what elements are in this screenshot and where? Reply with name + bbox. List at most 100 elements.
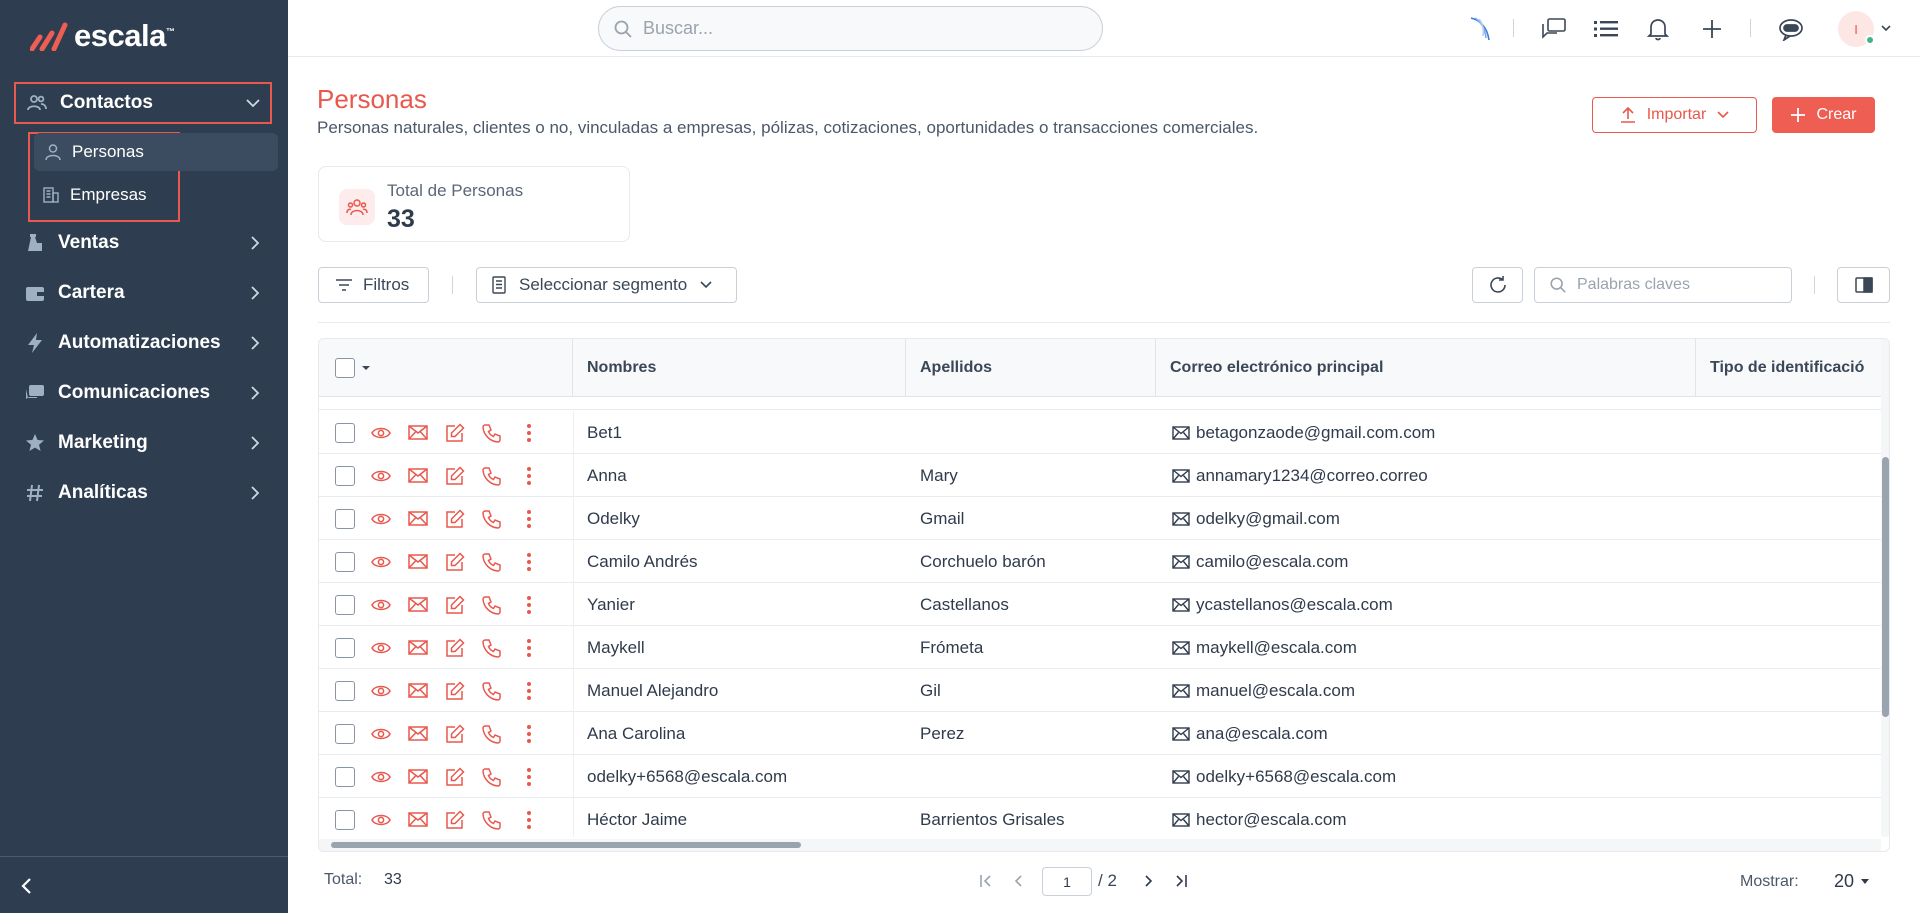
cell-correo[interactable]: ycastellanos@escala.com bbox=[1172, 583, 1393, 626]
view-icon[interactable] bbox=[369, 550, 393, 574]
sidebar-item-marketing[interactable]: Marketing bbox=[14, 422, 272, 464]
email-icon[interactable] bbox=[406, 722, 430, 746]
phone-icon[interactable] bbox=[480, 808, 504, 832]
collapse-sidebar-icon[interactable] bbox=[16, 875, 38, 897]
import-button[interactable]: Importar bbox=[1592, 97, 1757, 133]
more-options-icon[interactable] bbox=[517, 507, 541, 531]
sidebar-item-comunicaciones[interactable]: Comunicaciones bbox=[14, 372, 272, 414]
view-icon[interactable] bbox=[369, 593, 393, 617]
phone-icon[interactable] bbox=[480, 679, 504, 703]
edit-icon[interactable] bbox=[443, 593, 467, 617]
more-options-icon[interactable] bbox=[517, 421, 541, 445]
view-icon[interactable] bbox=[369, 679, 393, 703]
bell-icon[interactable] bbox=[1644, 15, 1672, 43]
previous-page-button[interactable] bbox=[1008, 870, 1030, 892]
view-icon[interactable] bbox=[369, 636, 393, 660]
table-row[interactable]: odelky+6568@escala.com odelky+6568@escala… bbox=[319, 755, 1881, 798]
table-row[interactable]: Manuel Alejandro Gil manuel@escala.com bbox=[319, 669, 1881, 712]
refresh-button[interactable] bbox=[1472, 267, 1523, 303]
phone-icon[interactable] bbox=[480, 722, 504, 746]
sidebar-item-automatizaciones[interactable]: Automatizaciones bbox=[14, 322, 272, 364]
row-checkbox[interactable] bbox=[335, 508, 355, 529]
sidebar-subitem-empresas[interactable]: Empresas bbox=[34, 176, 174, 214]
column-header-nombres[interactable]: Nombres bbox=[573, 339, 906, 397]
row-checkbox[interactable] bbox=[335, 680, 355, 701]
row-checkbox[interactable] bbox=[335, 809, 355, 830]
sidebar-item-cartera[interactable]: Cartera bbox=[14, 272, 272, 314]
column-header-tipo-identificacion[interactable]: Tipo de identificació bbox=[1696, 339, 1881, 397]
view-icon[interactable] bbox=[369, 808, 393, 832]
cell-correo[interactable]: manuel@escala.com bbox=[1172, 669, 1355, 712]
phone-icon[interactable] bbox=[480, 464, 504, 488]
row-checkbox[interactable] bbox=[335, 594, 355, 615]
edit-icon[interactable] bbox=[443, 808, 467, 832]
sidebar-item-contactos[interactable]: Contactos bbox=[14, 82, 272, 124]
first-page-button[interactable] bbox=[975, 870, 997, 892]
more-options-icon[interactable] bbox=[517, 550, 541, 574]
cell-correo[interactable]: camilo@escala.com bbox=[1172, 540, 1348, 583]
email-icon[interactable] bbox=[406, 507, 430, 531]
cell-correo[interactable]: hector@escala.com bbox=[1172, 798, 1347, 837]
email-icon[interactable] bbox=[406, 679, 430, 703]
table-row[interactable]: Bet1 betagonzaode@gmail.com.com bbox=[319, 411, 1881, 454]
list-icon[interactable] bbox=[1592, 15, 1620, 43]
phone-icon[interactable] bbox=[480, 507, 504, 531]
cell-correo[interactable]: odelky+6568@escala.com bbox=[1172, 755, 1396, 798]
sidebar-item-ventas[interactable]: Ventas bbox=[14, 222, 272, 264]
email-icon[interactable] bbox=[406, 593, 430, 617]
view-icon[interactable] bbox=[369, 421, 393, 445]
messages-icon[interactable] bbox=[1540, 15, 1568, 43]
view-icon[interactable] bbox=[369, 507, 393, 531]
row-checkbox[interactable] bbox=[335, 723, 355, 744]
columns-toggle-button[interactable] bbox=[1837, 267, 1890, 303]
cell-correo[interactable]: maykell@escala.com bbox=[1172, 626, 1357, 669]
edit-icon[interactable] bbox=[443, 636, 467, 660]
page-number-input[interactable] bbox=[1042, 867, 1092, 896]
keywords-input[interactable] bbox=[1577, 276, 1777, 294]
segment-select[interactable]: Seleccionar segmento bbox=[476, 267, 737, 303]
create-button[interactable]: Crear bbox=[1772, 97, 1875, 133]
more-options-icon[interactable] bbox=[517, 679, 541, 703]
view-icon[interactable] bbox=[369, 464, 393, 488]
cell-correo[interactable]: betagonzaode@gmail.com.com bbox=[1172, 411, 1435, 454]
edit-icon[interactable] bbox=[443, 421, 467, 445]
cell-correo[interactable]: annamary1234@correo.correo bbox=[1172, 454, 1428, 497]
edit-icon[interactable] bbox=[443, 765, 467, 789]
phone-icon[interactable] bbox=[480, 765, 504, 789]
sidebar-subitem-personas[interactable]: Personas bbox=[34, 133, 278, 171]
table-row[interactable]: Odelky Gmail odelky@gmail.com bbox=[319, 497, 1881, 540]
cell-correo[interactable]: ana@escala.com bbox=[1172, 712, 1328, 755]
phone-icon[interactable] bbox=[480, 550, 504, 574]
more-options-icon[interactable] bbox=[517, 636, 541, 660]
phone-icon[interactable] bbox=[480, 421, 504, 445]
keywords-search[interactable] bbox=[1534, 267, 1792, 303]
email-icon[interactable] bbox=[406, 808, 430, 832]
table-row[interactable]: Camilo Andrés Corchuelo barón camilo@escal… bbox=[319, 540, 1881, 583]
column-header-apellidos[interactable]: Apellidos bbox=[906, 339, 1156, 397]
table-row[interactable]: Héctor Jaime Barrientos Grisales hector@es… bbox=[319, 798, 1881, 837]
page-size-select[interactable]: 20 bbox=[1834, 871, 1870, 892]
email-icon[interactable] bbox=[406, 421, 430, 445]
last-page-button[interactable] bbox=[1170, 870, 1192, 892]
edit-icon[interactable] bbox=[443, 464, 467, 488]
column-header-correo[interactable]: Correo electrónico principal bbox=[1156, 339, 1696, 397]
select-all-checkbox[interactable] bbox=[335, 358, 355, 378]
row-checkbox[interactable] bbox=[335, 766, 355, 787]
row-checkbox[interactable] bbox=[335, 422, 355, 443]
sidebar-item-analiticas[interactable]: Analíticas bbox=[14, 472, 272, 514]
edit-icon[interactable] bbox=[443, 550, 467, 574]
more-options-icon[interactable] bbox=[517, 593, 541, 617]
vertical-scrollbar-thumb[interactable] bbox=[1882, 457, 1889, 717]
search-input[interactable] bbox=[643, 18, 1063, 39]
row-checkbox[interactable] bbox=[335, 465, 355, 486]
wing-logo-icon[interactable] bbox=[1466, 15, 1494, 43]
email-icon[interactable] bbox=[406, 550, 430, 574]
view-icon[interactable] bbox=[369, 722, 393, 746]
more-options-icon[interactable] bbox=[517, 464, 541, 488]
edit-icon[interactable] bbox=[443, 679, 467, 703]
email-icon[interactable] bbox=[406, 765, 430, 789]
phone-icon[interactable] bbox=[480, 593, 504, 617]
edit-icon[interactable] bbox=[443, 722, 467, 746]
email-icon[interactable] bbox=[406, 464, 430, 488]
logo[interactable]: escala™ bbox=[30, 18, 175, 54]
